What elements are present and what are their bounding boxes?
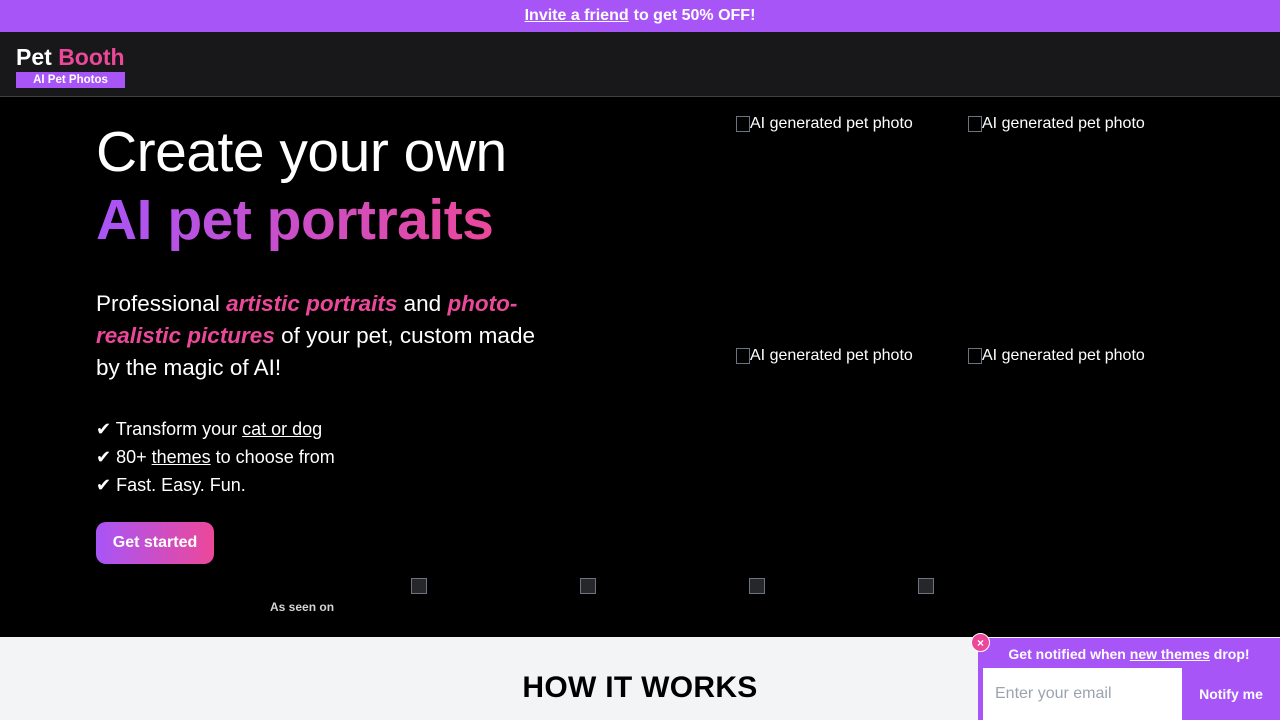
press-logo-image	[918, 578, 934, 594]
logo-subtitle: AI Pet Photos	[16, 72, 125, 88]
notify-text-prefix: Get notified when	[1008, 646, 1130, 662]
hero-description: Professional artistic portraits and phot…	[96, 288, 546, 384]
feature-item: ✔ Transform your cat or dog	[96, 415, 335, 443]
hero-section: Create your own AI pet portraits Profess…	[0, 97, 1280, 637]
hero-desc-part1: Professional	[96, 291, 227, 316]
feature-item: ✔ Fast. Easy. Fun.	[96, 471, 335, 499]
hero-title-line1: Create your own	[96, 120, 507, 184]
press-logo-image	[580, 578, 596, 594]
notify-text-suffix: drop!	[1209, 646, 1250, 662]
new-themes-link[interactable]: new themes	[1130, 646, 1210, 662]
email-input[interactable]	[983, 668, 1182, 720]
broken-image-icon	[736, 116, 750, 132]
notify-message: Get notified when new themes drop!	[978, 646, 1280, 662]
logo-title-booth: Booth	[58, 44, 125, 70]
gallery-image: AI generated pet photo	[736, 114, 956, 334]
hero-desc-accent1: artistic portraits	[226, 291, 398, 316]
checkmark-icon: ✔	[96, 419, 112, 439]
close-icon[interactable]: ×	[971, 633, 990, 652]
feature-text-suffix: to choose from	[210, 447, 335, 467]
feature-text: Transform your	[111, 419, 243, 439]
gallery-image: AI generated pet photo	[968, 114, 1188, 334]
notify-popup: Get notified when new themes drop! Notif…	[978, 638, 1280, 720]
get-started-button[interactable]: Get started	[96, 522, 214, 564]
gallery-image: AI generated pet photo	[736, 346, 956, 566]
hero-desc-part2: and	[397, 291, 448, 316]
image-alt-text: AI generated pet photo	[982, 347, 1145, 364]
broken-image-icon	[968, 348, 982, 364]
promo-text: to get 50% OFF!	[633, 7, 756, 24]
promo-banner: Invite a friend to get 50% OFF!	[0, 0, 1280, 32]
press-logo-image	[749, 578, 765, 594]
navbar: Pet Booth AI Pet Photos	[0, 32, 1280, 97]
invite-friend-link[interactable]: Invite a friend	[525, 7, 629, 25]
hero-title-line2: AI pet portraits	[96, 188, 494, 252]
notify-me-button[interactable]: Notify me	[1188, 668, 1274, 720]
checkmark-icon: ✔	[96, 475, 112, 495]
feature-text: Fast. Easy. Fun.	[111, 475, 246, 495]
logo-title: Pet Booth	[16, 44, 125, 70]
themes-link[interactable]: themes	[152, 447, 211, 467]
press-logo-image	[411, 578, 427, 594]
checkmark-icon: ✔	[96, 447, 112, 467]
broken-image-icon	[736, 348, 750, 364]
as-seen-on-label: As seen on	[270, 600, 335, 614]
feature-item: ✔ 80+ themes to choose from	[96, 443, 335, 471]
image-alt-text: AI generated pet photo	[750, 115, 913, 132]
image-alt-text: AI generated pet photo	[750, 347, 913, 364]
logo-title-pet: Pet	[16, 44, 52, 70]
cat-or-dog-link[interactable]: cat or dog	[242, 419, 322, 439]
feature-list: ✔ Transform your cat or dog ✔ 80+ themes…	[96, 415, 335, 499]
logo[interactable]: Pet Booth AI Pet Photos	[16, 44, 125, 88]
broken-image-icon	[968, 116, 982, 132]
gallery-image: AI generated pet photo	[968, 346, 1188, 566]
feature-text: 80+	[111, 447, 152, 467]
image-alt-text: AI generated pet photo	[982, 115, 1145, 132]
